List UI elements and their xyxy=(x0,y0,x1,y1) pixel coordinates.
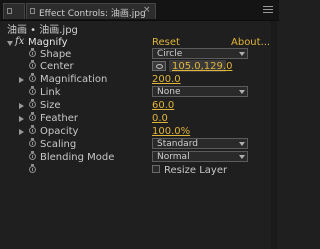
point-picker-icon[interactable] xyxy=(152,61,166,71)
property-label: Center xyxy=(40,61,74,72)
about-link[interactable]: About... xyxy=(231,37,270,48)
chevron-down-icon xyxy=(239,142,245,146)
tab-effect-controls-label: Effect Controls: 油画.jpg xyxy=(39,9,146,19)
property-row-resize-layer: Resize Layer xyxy=(0,164,279,177)
stopwatch-icon[interactable] xyxy=(29,164,36,173)
size-value[interactable]: 60.0 xyxy=(152,100,174,111)
opacity-value[interactable]: 100.0% xyxy=(152,126,190,137)
property-row-feather: Feather 0.0 xyxy=(0,112,279,125)
stopwatch-icon[interactable] xyxy=(29,151,36,160)
chevron-down-icon xyxy=(239,52,245,56)
reset-link[interactable]: Reset xyxy=(152,37,180,48)
property-row-magnification: Magnification 200.0 xyxy=(0,73,279,86)
property-row-scaling: Scaling Standard xyxy=(0,138,279,151)
property-label: Opacity xyxy=(40,126,79,137)
vertical-scrollbar[interactable] xyxy=(271,21,277,249)
property-label: Link xyxy=(40,87,61,98)
collapse-triangle-icon[interactable] xyxy=(7,41,13,46)
dropdown-value: None xyxy=(157,87,181,97)
property-label: Magnification xyxy=(40,74,108,85)
close-icon[interactable]: × xyxy=(143,5,151,15)
stopwatch-icon[interactable] xyxy=(29,86,36,95)
property-row-opacity: Opacity 100.0% xyxy=(0,125,279,138)
scaling-dropdown[interactable]: Standard xyxy=(152,138,248,149)
property-row-shape: Shape Circle xyxy=(0,48,279,61)
expand-triangle-icon[interactable] xyxy=(19,103,24,109)
property-label: Size xyxy=(40,100,61,111)
expand-triangle-icon[interactable] xyxy=(19,129,24,135)
stopwatch-icon[interactable] xyxy=(29,138,36,147)
stopwatch-icon[interactable] xyxy=(29,48,36,57)
resize-layer-checkbox[interactable] xyxy=(152,165,160,173)
property-label: Shape xyxy=(40,49,72,60)
panel-menu-icon[interactable] xyxy=(263,4,275,16)
property-row-link: Link None xyxy=(0,86,279,99)
link-dropdown[interactable]: None xyxy=(152,86,248,97)
dropdown-value: Circle xyxy=(157,49,183,59)
lock-icon[interactable] xyxy=(7,8,12,14)
property-label: Scaling xyxy=(40,139,77,150)
tab-project[interactable] xyxy=(3,3,25,19)
lock-icon[interactable] xyxy=(30,8,35,14)
tab-effect-controls[interactable]: Effect Controls: 油画.jpg × xyxy=(26,3,156,19)
property-label: Feather xyxy=(40,113,79,124)
chevron-down-icon xyxy=(239,90,245,94)
chevron-down-icon xyxy=(239,155,245,159)
property-label: Blending Mode xyxy=(40,152,115,163)
checkbox-label: Resize Layer xyxy=(164,165,228,176)
stopwatch-icon[interactable] xyxy=(29,60,36,69)
feather-value[interactable]: 0.0 xyxy=(152,113,168,124)
property-row-blending-mode: Blending Mode Normal xyxy=(0,151,279,164)
breadcrumb: 油画 • 油画.jpg xyxy=(0,21,279,36)
effect-name: Magnify xyxy=(28,37,68,48)
panel-tab-bar: Effect Controls: 油画.jpg × xyxy=(0,0,279,21)
expand-triangle-icon[interactable] xyxy=(19,77,24,83)
property-row-size: Size 60.0 xyxy=(0,99,279,112)
property-row-center: Center 105.0,129.0 xyxy=(0,60,279,73)
stopwatch-icon[interactable] xyxy=(29,112,36,121)
fx-toggle-icon[interactable]: fx xyxy=(15,36,24,47)
blending-mode-dropdown[interactable]: Normal xyxy=(152,151,248,162)
stopwatch-icon[interactable] xyxy=(29,73,36,82)
stopwatch-icon[interactable] xyxy=(29,125,36,134)
magnification-value[interactable]: 200.0 xyxy=(152,74,181,85)
breadcrumb-text: 油画 • 油画.jpg xyxy=(7,25,78,36)
dropdown-value: Standard xyxy=(157,139,198,149)
center-value[interactable]: 105.0,129.0 xyxy=(172,61,232,72)
dropdown-value: Normal xyxy=(157,152,190,162)
shape-dropdown[interactable]: Circle xyxy=(152,48,248,59)
expand-triangle-icon[interactable] xyxy=(19,116,24,122)
stopwatch-icon[interactable] xyxy=(29,99,36,108)
